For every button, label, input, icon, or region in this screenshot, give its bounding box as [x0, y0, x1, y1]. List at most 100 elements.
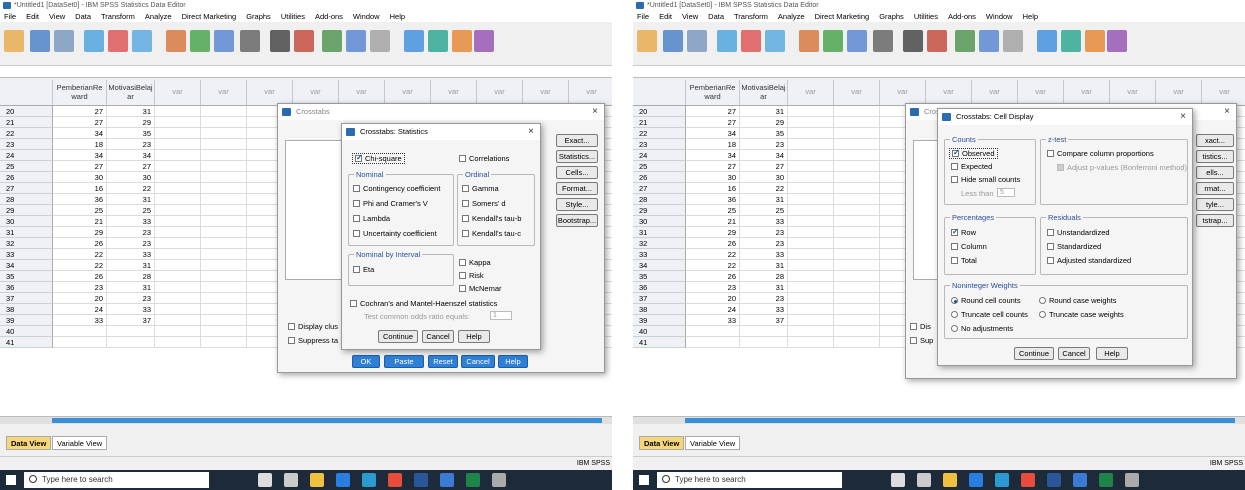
cell-empty[interactable]: [155, 337, 201, 348]
cell-motivasibelajar[interactable]: 30: [107, 172, 155, 183]
taskbar-app-icon-8[interactable]: [466, 473, 480, 487]
row-number[interactable]: 39: [633, 315, 686, 326]
close-icon[interactable]: ×: [592, 104, 598, 120]
mcnemar-checkbox[interactable]: McNemar: [459, 284, 502, 293]
cell-motivasibelajar[interactable]: 33: [107, 216, 155, 227]
suppress-tables-checkbox[interactable]: Sup: [910, 336, 933, 345]
crosstabs-format-button[interactable]: Format...: [556, 182, 598, 195]
cochran-checkbox[interactable]: Cochran's and Mantel-Haenszel statistics: [350, 299, 497, 308]
nominal-phi-checkbox[interactable]: Phi and Cramer's V: [353, 199, 428, 208]
row-number[interactable]: 34: [633, 260, 686, 271]
crosstabs-help-button[interactable]: Help: [498, 355, 528, 368]
cell-empty[interactable]: [155, 128, 201, 139]
row-number[interactable]: 31: [0, 227, 53, 238]
toolbar-icon-17[interactable]: [452, 30, 472, 52]
cell-pemberianreward[interactable]: 21: [53, 216, 107, 227]
cell-empty[interactable]: [155, 249, 201, 260]
cell-motivasibelajar[interactable]: 23: [107, 293, 155, 304]
cell-empty[interactable]: [834, 150, 880, 161]
cell-motivasibelajar[interactable]: 37: [107, 315, 155, 326]
row-number[interactable]: 29: [633, 205, 686, 216]
menu-transform[interactable]: Transform: [96, 11, 140, 22]
row-number[interactable]: 38: [0, 304, 53, 315]
row-number[interactable]: 33: [0, 249, 53, 260]
column-header-var[interactable]: var: [834, 80, 880, 106]
truncate-cell-radio[interactable]: Truncate cell counts: [951, 310, 1028, 319]
column-header-var[interactable]: var: [788, 80, 834, 106]
row-number[interactable]: 21: [633, 117, 686, 128]
cell-motivasibelajar[interactable]: 30: [740, 172, 788, 183]
menu-help[interactable]: Help: [385, 11, 410, 22]
cell-motivasibelajar[interactable]: 31: [107, 260, 155, 271]
cell-empty[interactable]: [834, 128, 880, 139]
kappa-checkbox[interactable]: Kappa: [459, 258, 491, 267]
cell-empty[interactable]: [788, 205, 834, 216]
cell-empty[interactable]: [788, 161, 834, 172]
toolbar-icon-13[interactable]: [979, 30, 999, 52]
cell-pemberianreward[interactable]: 26: [686, 271, 740, 282]
menu-add-ons[interactable]: Add-ons: [310, 11, 348, 22]
toolbar-icon-16[interactable]: [428, 30, 448, 52]
variable-list[interactable]: [285, 140, 345, 280]
cell-empty[interactable]: [155, 271, 201, 282]
standardized-checkbox[interactable]: Standardized: [1047, 242, 1101, 251]
cell-empty[interactable]: [834, 249, 880, 260]
row-number[interactable]: 31: [633, 227, 686, 238]
cell-editor-bar[interactable]: [0, 66, 612, 78]
unstandardized-checkbox[interactable]: Unstandardized: [1047, 228, 1110, 237]
scroll-thumb[interactable]: [685, 418, 1235, 423]
horizontal-scrollbar[interactable]: [633, 416, 1245, 424]
menu-window[interactable]: Window: [348, 11, 385, 22]
toolbar-icon-17[interactable]: [1085, 30, 1105, 52]
crosstabs-side-button[interactable]: tistics...: [1196, 150, 1234, 163]
cell-empty[interactable]: [155, 227, 201, 238]
row-number[interactable]: 35: [0, 271, 53, 282]
menu-utilities[interactable]: Utilities: [909, 11, 943, 22]
crosstabs-side-button[interactable]: tstrap...: [1196, 214, 1234, 227]
toolbar-icon-8[interactable]: [214, 30, 234, 52]
cell-empty[interactable]: [155, 260, 201, 271]
row-number[interactable]: 24: [0, 150, 53, 161]
row-number[interactable]: 38: [633, 304, 686, 315]
row-number[interactable]: 33: [633, 249, 686, 260]
toolbar-icon-15[interactable]: [404, 30, 424, 52]
cell-motivasibelajar[interactable]: 27: [740, 161, 788, 172]
cell-empty[interactable]: [788, 216, 834, 227]
crosstabs-paste-button[interactable]: Paste: [384, 355, 424, 368]
toolbar-icon-2[interactable]: [687, 30, 707, 52]
toolbar-icon-14[interactable]: [1003, 30, 1023, 52]
taskbar-app-icon-5[interactable]: [388, 473, 402, 487]
cell-pemberianreward[interactable]: [686, 337, 740, 348]
cell-motivasibelajar[interactable]: 33: [107, 304, 155, 315]
cell-empty[interactable]: [788, 106, 834, 117]
crosstabs-exact-button[interactable]: Exact...: [556, 134, 598, 147]
cell-pemberianreward[interactable]: 26: [686, 238, 740, 249]
cell-empty[interactable]: [155, 304, 201, 315]
cell-empty[interactable]: [155, 172, 201, 183]
cell-empty[interactable]: [201, 249, 247, 260]
menu-utilities[interactable]: Utilities: [276, 11, 310, 22]
row-number[interactable]: 23: [633, 139, 686, 150]
cell-empty[interactable]: [788, 227, 834, 238]
cell-empty[interactable]: [788, 238, 834, 249]
toolbar-icon-9[interactable]: [240, 30, 260, 52]
cancel-button[interactable]: Cancel: [422, 330, 454, 343]
crosstabs-statistics-button[interactable]: Statistics...: [556, 150, 598, 163]
taskbar-app-icon-7[interactable]: [440, 473, 454, 487]
toolbar-icon-6[interactable]: [799, 30, 819, 52]
column-header-var[interactable]: var: [155, 80, 201, 106]
row-number[interactable]: 21: [0, 117, 53, 128]
cell-pemberianreward[interactable]: 18: [686, 139, 740, 150]
row-number[interactable]: 37: [0, 293, 53, 304]
horizontal-scrollbar[interactable]: [0, 416, 612, 424]
toolbar-icon-11[interactable]: [927, 30, 947, 52]
column-header-var[interactable]: var: [201, 80, 247, 106]
row-number[interactable]: 27: [0, 183, 53, 194]
column-header-motivasibelajar[interactable]: MotivasiBelaj ar: [740, 80, 788, 106]
cell-motivasibelajar[interactable]: 31: [107, 106, 155, 117]
row-number[interactable]: 36: [633, 282, 686, 293]
row-number[interactable]: 40: [633, 326, 686, 337]
cell-pemberianreward[interactable]: 16: [53, 183, 107, 194]
crosstabs-side-button[interactable]: xact...: [1196, 134, 1234, 147]
test-ratio-input[interactable]: 1: [490, 311, 512, 320]
